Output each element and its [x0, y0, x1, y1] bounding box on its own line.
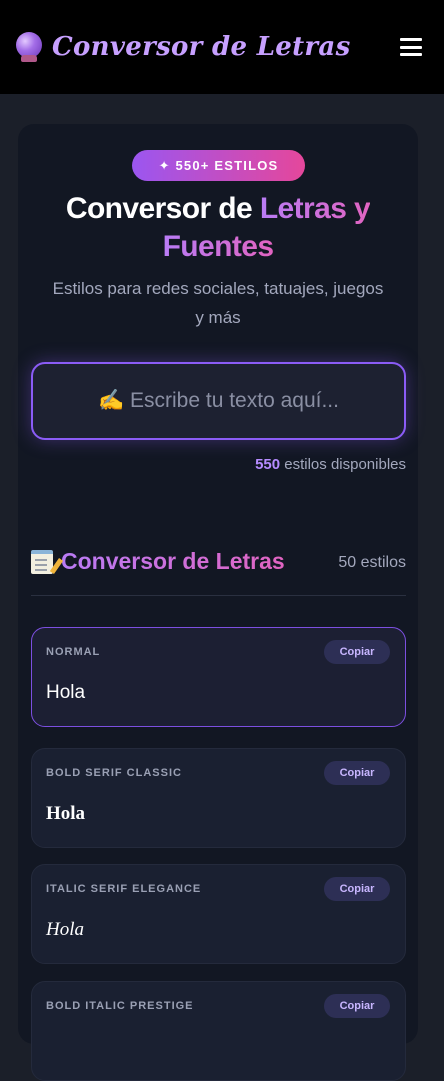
- text-input-wrapper: [31, 362, 406, 440]
- copy-button[interactable]: Copiar: [324, 994, 390, 1018]
- text-input[interactable]: [33, 364, 404, 438]
- page-title: Conversor de Letras y Fuentes: [18, 190, 418, 266]
- style-name: NORMAL: [46, 646, 101, 658]
- style-name: ITALIC SERIF ELEGANCE: [46, 883, 202, 895]
- style-sample: Hola: [46, 682, 86, 703]
- style-sample: Hola: [46, 803, 86, 824]
- section-header: Conversor de Letras 50 estilos: [31, 548, 406, 596]
- style-card-bold-serif-classic[interactable]: BOLD SERIF CLASSIC Copiar Hola: [31, 748, 406, 848]
- style-card-normal[interactable]: NORMAL Copiar Hola: [31, 627, 406, 727]
- available-count: 550: [255, 456, 281, 473]
- copy-button[interactable]: Copiar: [324, 761, 390, 785]
- section-title: Conversor de Letras: [31, 548, 285, 575]
- style-name: BOLD ITALIC PRESTIGE: [46, 1000, 194, 1012]
- memo-icon: [31, 549, 64, 574]
- main-card: ✦ 550+ ESTILOS Conversor de Letras y Fue…: [18, 124, 418, 1081]
- style-card-bold-italic-prestige[interactable]: BOLD ITALIC PRESTIGE Copiar: [31, 981, 406, 1081]
- title-accent-2: Fuentes: [162, 230, 274, 263]
- available-styles-text: 550 estilos disponibles: [255, 456, 406, 473]
- section-count: 50 estilos: [338, 554, 406, 571]
- brand-title: Conversor de Letras: [52, 32, 351, 62]
- crystal-ball-icon: [14, 32, 44, 62]
- style-name: BOLD SERIF CLASSIC: [46, 767, 182, 779]
- hamburger-menu-icon[interactable]: [400, 38, 422, 56]
- section-title-text: Conversor de Letras: [61, 548, 285, 574]
- brand-link[interactable]: Conversor de Letras: [14, 32, 351, 62]
- copy-button[interactable]: Copiar: [324, 877, 390, 901]
- title-plain: Conversor de: [65, 192, 260, 225]
- top-navbar: Conversor de Letras: [0, 0, 444, 94]
- title-accent-1: Letras y: [259, 192, 371, 225]
- style-card-italic-serif-elegance[interactable]: ITALIC SERIF ELEGANCE Copiar Hola: [31, 864, 406, 964]
- copy-button[interactable]: Copiar: [324, 640, 390, 664]
- page-subtitle: Estilos para redes sociales, tatuajes, j…: [52, 279, 384, 327]
- available-label: estilos disponibles: [280, 456, 406, 473]
- styles-count-badge: ✦ 550+ ESTILOS: [132, 150, 305, 181]
- style-sample: Hola: [46, 919, 84, 940]
